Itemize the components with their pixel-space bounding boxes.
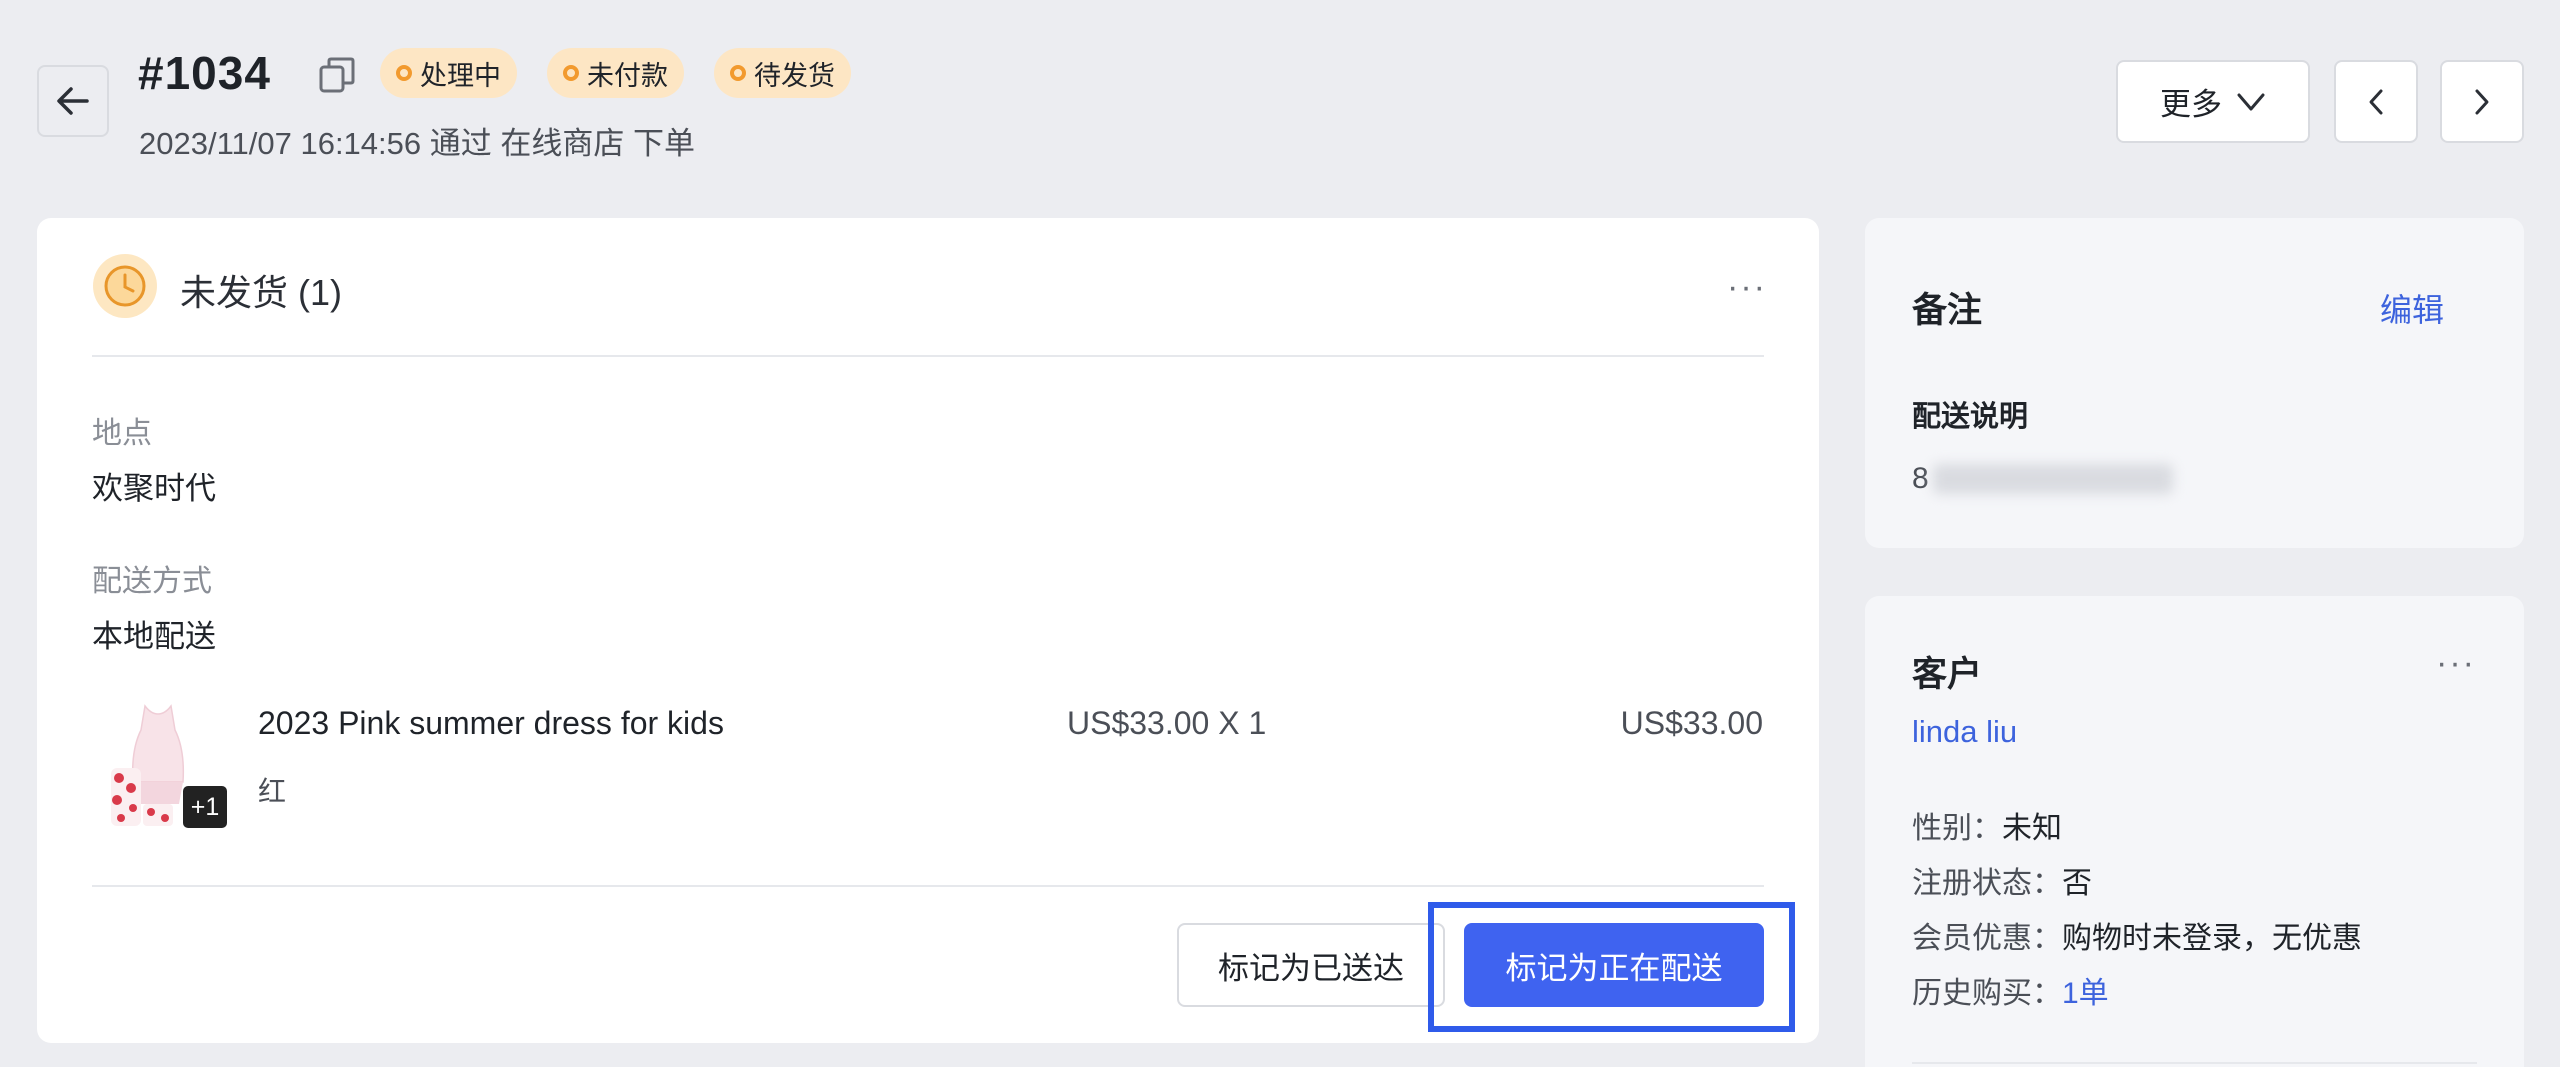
member-value: 购物时未登录，无优惠: [2062, 922, 2362, 955]
customer-registered: 注册状态：否: [1912, 858, 2092, 902]
order-meta: 2023/11/07 16:14:56 通过 在线商店 下单: [139, 126, 695, 161]
customer-gender: 性别：未知: [1912, 803, 2062, 847]
status-badge-unpaid: 未付款: [547, 48, 684, 98]
history-orders-link[interactable]: 1单: [2062, 977, 2109, 1010]
member-label: 会员优惠：: [1912, 922, 2062, 955]
redacted-text: [1932, 464, 2173, 494]
chevron-down-icon: [2237, 93, 2265, 110]
history-label: 历史购买：: [1912, 977, 2062, 1010]
shipping-method-value: 本地配送: [92, 619, 216, 654]
divider: [92, 885, 1764, 887]
product-name[interactable]: 2023 Pink summer dress for kids: [258, 705, 724, 742]
clock-icon: [93, 254, 157, 318]
customer-name-link[interactable]: linda liu: [1912, 714, 2017, 750]
delivery-note-visible-text: 8: [1912, 462, 1929, 495]
status-badge-unshipped: 待发货: [714, 48, 851, 98]
chevron-right-icon: [2475, 89, 2489, 114]
status-dot-icon: [563, 65, 579, 81]
highlight-box: [1428, 902, 1795, 1032]
more-options-icon[interactable]: ···: [1727, 268, 1767, 307]
delivery-note-label: 配送说明: [1912, 401, 2029, 433]
product-variant: 红: [258, 776, 287, 807]
product-unit-price: US$33.00 X 1: [1067, 705, 1267, 741]
mark-delivered-button[interactable]: 标记为已送达: [1177, 923, 1445, 1007]
location-value: 欢聚时代: [92, 471, 216, 506]
divider: [1912, 1062, 2477, 1064]
copy-icon[interactable]: [318, 56, 356, 94]
status-dot-icon: [396, 65, 412, 81]
more-label: 更多: [2160, 87, 2222, 122]
more-options-icon[interactable]: ···: [2436, 644, 2476, 683]
customer-card: 客户 ··· linda liu 性别：未知 注册状态：否 会员优惠：购物时未登…: [1865, 596, 2524, 1067]
status-badge-processing: 处理中: [380, 48, 517, 98]
previous-order-button[interactable]: [2334, 60, 2418, 143]
edit-notes-link[interactable]: 编辑: [2380, 285, 2444, 331]
back-button[interactable]: [37, 65, 109, 137]
product-total: US$33.00: [1620, 705, 1763, 741]
customer-purchase-history: 历史购买：1单: [1912, 968, 2109, 1012]
order-number: #1034: [138, 47, 271, 99]
registered-value: 否: [2062, 867, 2092, 900]
chevron-left-icon: [2369, 89, 2383, 114]
next-order-button[interactable]: [2440, 60, 2524, 143]
more-dropdown-button[interactable]: 更多: [2116, 60, 2310, 143]
fulfillment-title: 未发货 (1): [180, 272, 343, 313]
location-label: 地点: [92, 417, 152, 450]
badge-label: 处理中: [420, 60, 501, 91]
shipping-method-label: 配送方式: [92, 565, 212, 598]
gender-value: 未知: [2002, 812, 2062, 845]
badge-label: 待发货: [754, 60, 835, 91]
customer-member-discount: 会员优惠：购物时未登录，无优惠: [1912, 913, 2362, 957]
badge-label: 未付款: [587, 60, 668, 91]
delivery-note-value: 8: [1912, 462, 2173, 496]
arrow-left-icon: [57, 87, 89, 115]
gender-label: 性别：: [1912, 812, 2002, 845]
registered-label: 注册状态：: [1912, 867, 2062, 900]
notes-title: 备注: [1912, 291, 1983, 330]
divider: [92, 355, 1764, 357]
extra-images-badge: +1: [183, 786, 227, 828]
customer-title: 客户: [1912, 655, 1983, 694]
notes-card: 备注 编辑 配送说明 8: [1865, 218, 2524, 548]
status-dot-icon: [730, 65, 746, 81]
